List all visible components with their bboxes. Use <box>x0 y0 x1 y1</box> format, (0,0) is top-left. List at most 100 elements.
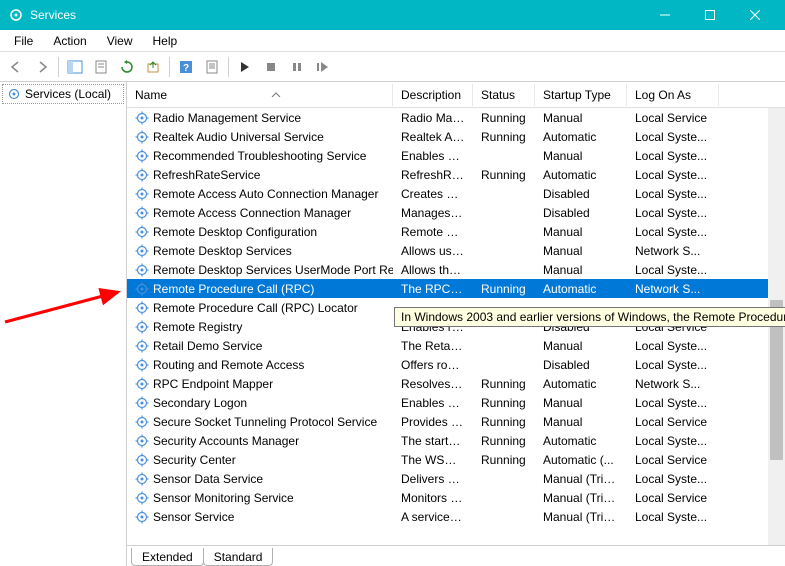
service-row[interactable]: Radio Management ServiceRadio Mana...Run… <box>127 108 785 127</box>
service-name-text: Secondary Logon <box>153 396 247 410</box>
tab-extended[interactable]: Extended <box>131 548 204 566</box>
stop-button[interactable] <box>259 55 283 79</box>
service-gear-icon <box>135 491 149 505</box>
export-button[interactable] <box>141 55 165 79</box>
service-name-text: Sensor Service <box>153 510 234 524</box>
help-button[interactable]: ? <box>174 55 198 79</box>
cell-logon: Local Service <box>627 491 719 505</box>
service-gear-icon <box>135 510 149 524</box>
forward-button[interactable] <box>30 55 54 79</box>
cell-logon: Local Service <box>627 111 719 125</box>
service-name-text: Remote Desktop Services <box>153 244 292 258</box>
service-gear-icon <box>135 377 149 391</box>
menu-help[interactable]: Help <box>143 32 188 50</box>
service-gear-icon <box>135 434 149 448</box>
content-area: Services (Local) Name Description Status… <box>0 82 785 566</box>
service-name-text: Sensor Monitoring Service <box>153 491 294 505</box>
service-row[interactable]: Sensor Monitoring ServiceMonitors va...M… <box>127 488 785 507</box>
tree-item-label: Services (Local) <box>25 87 111 101</box>
minimize-button[interactable] <box>642 0 687 30</box>
toolbar-sep <box>228 57 229 77</box>
service-row[interactable]: RPC Endpoint MapperResolves RP...Running… <box>127 374 785 393</box>
service-gear-icon <box>135 282 149 296</box>
col-description[interactable]: Description <box>393 84 473 106</box>
service-row[interactable]: Remote Desktop ConfigurationRemote Des..… <box>127 222 785 241</box>
maximize-button[interactable] <box>687 0 732 30</box>
menu-view[interactable]: View <box>97 32 143 50</box>
cell-logon: Local Syste... <box>627 434 719 448</box>
tree-item-services-local[interactable]: Services (Local) <box>2 84 124 104</box>
show-hide-tree-button[interactable] <box>63 55 87 79</box>
menu-file[interactable]: File <box>4 32 43 50</box>
window-title: Services <box>30 8 642 22</box>
service-row[interactable]: Secondary LogonEnables star...RunningMan… <box>127 393 785 412</box>
titlebar: Services <box>0 0 785 30</box>
cell-name: Sensor Data Service <box>127 472 393 486</box>
service-name-text: Secure Socket Tunneling Protocol Service <box>153 415 377 429</box>
service-row[interactable]: Realtek Audio Universal ServiceRealtek A… <box>127 127 785 146</box>
list-pane: Name Description Status Startup Type Log… <box>127 82 785 566</box>
service-row[interactable]: RefreshRateServiceRefreshRate...RunningA… <box>127 165 785 184</box>
cell-startup-type: Manual <box>535 244 627 258</box>
service-row[interactable]: Remote Access Connection ManagerManages … <box>127 203 785 222</box>
cell-startup-type: Manual <box>535 339 627 353</box>
properties2-button[interactable] <box>200 55 224 79</box>
service-row[interactable]: Remote Procedure Call (RPC)The RPCSS s..… <box>127 279 785 298</box>
toolbar: ? <box>0 52 785 82</box>
cell-logon: Local Syste... <box>627 263 719 277</box>
service-name-text: Recommended Troubleshooting Service <box>153 149 366 163</box>
refresh-button[interactable] <box>115 55 139 79</box>
col-status[interactable]: Status <box>473 84 535 106</box>
service-name-text: Sensor Data Service <box>153 472 263 486</box>
app-gear-icon <box>8 7 24 23</box>
cell-name: Sensor Service <box>127 510 393 524</box>
pause-button[interactable] <box>285 55 309 79</box>
service-name-text: Security Center <box>153 453 236 467</box>
tab-standard[interactable]: Standard <box>203 548 274 566</box>
restart-button[interactable] <box>311 55 335 79</box>
service-gear-icon <box>135 168 149 182</box>
service-row[interactable]: Remote Desktop Services UserMode Port Re… <box>127 260 785 279</box>
service-row[interactable]: Recommended Troubleshooting ServiceEnabl… <box>127 146 785 165</box>
service-gear-icon <box>135 472 149 486</box>
service-row[interactable]: Remote Access Auto Connection Manager Cre… <box>127 184 785 203</box>
service-gear-icon <box>135 320 149 334</box>
service-row[interactable]: Secure Socket Tunneling Protocol Service… <box>127 412 785 431</box>
service-name-text: Remote Desktop Services UserMode Port Re… <box>153 263 393 277</box>
service-row[interactable]: Sensor ServiceA service fo...Manual (Tri… <box>127 507 785 526</box>
service-gear-icon <box>135 453 149 467</box>
service-row[interactable]: Sensor Data ServiceDelivers dat...Manual… <box>127 469 785 488</box>
properties-button[interactable] <box>89 55 113 79</box>
col-name[interactable]: Name <box>127 84 393 106</box>
cell-desc: Enables star... <box>393 396 473 410</box>
service-gear-icon <box>135 111 149 125</box>
service-row[interactable]: Routing and Remote AccessOffers routi...… <box>127 355 785 374</box>
cell-name: Remote Procedure Call (RPC) Locator <box>127 301 393 315</box>
service-gear-icon <box>135 263 149 277</box>
cell-name: Retail Demo Service <box>127 339 393 353</box>
service-name-text: Remote Access Auto Connection Manager <box>153 187 378 201</box>
service-gear-icon <box>135 130 149 144</box>
cell-desc: Creates a co... <box>393 187 473 201</box>
tab-bar: Extended Standard <box>127 545 785 566</box>
service-row[interactable]: Security CenterThe WSCSV...RunningAutoma… <box>127 450 785 469</box>
cell-name: Security Center <box>127 453 393 467</box>
cell-startup-type: Disabled <box>535 206 627 220</box>
cell-startup-type: Automatic <box>535 168 627 182</box>
service-name-text: Remote Procedure Call (RPC) Locator <box>153 301 358 315</box>
menu-action[interactable]: Action <box>43 32 96 50</box>
cell-status: Running <box>473 415 535 429</box>
start-button[interactable] <box>233 55 257 79</box>
service-row[interactable]: Remote Desktop ServicesAllows user...Man… <box>127 241 785 260</box>
service-row[interactable]: Retail Demo ServiceThe Retail D...Manual… <box>127 336 785 355</box>
col-startup-type[interactable]: Startup Type <box>535 84 627 106</box>
cell-name: Secure Socket Tunneling Protocol Service <box>127 415 393 429</box>
cell-desc: A service fo... <box>393 510 473 524</box>
col-logon-as[interactable]: Log On As <box>627 84 719 106</box>
service-row[interactable]: Security Accounts ManagerThe startup ...… <box>127 431 785 450</box>
cell-startup-type: Manual <box>535 396 627 410</box>
close-button[interactable] <box>732 0 777 30</box>
cell-name: Recommended Troubleshooting Service <box>127 149 393 163</box>
back-button[interactable] <box>4 55 28 79</box>
cell-startup-type: Disabled <box>535 358 627 372</box>
